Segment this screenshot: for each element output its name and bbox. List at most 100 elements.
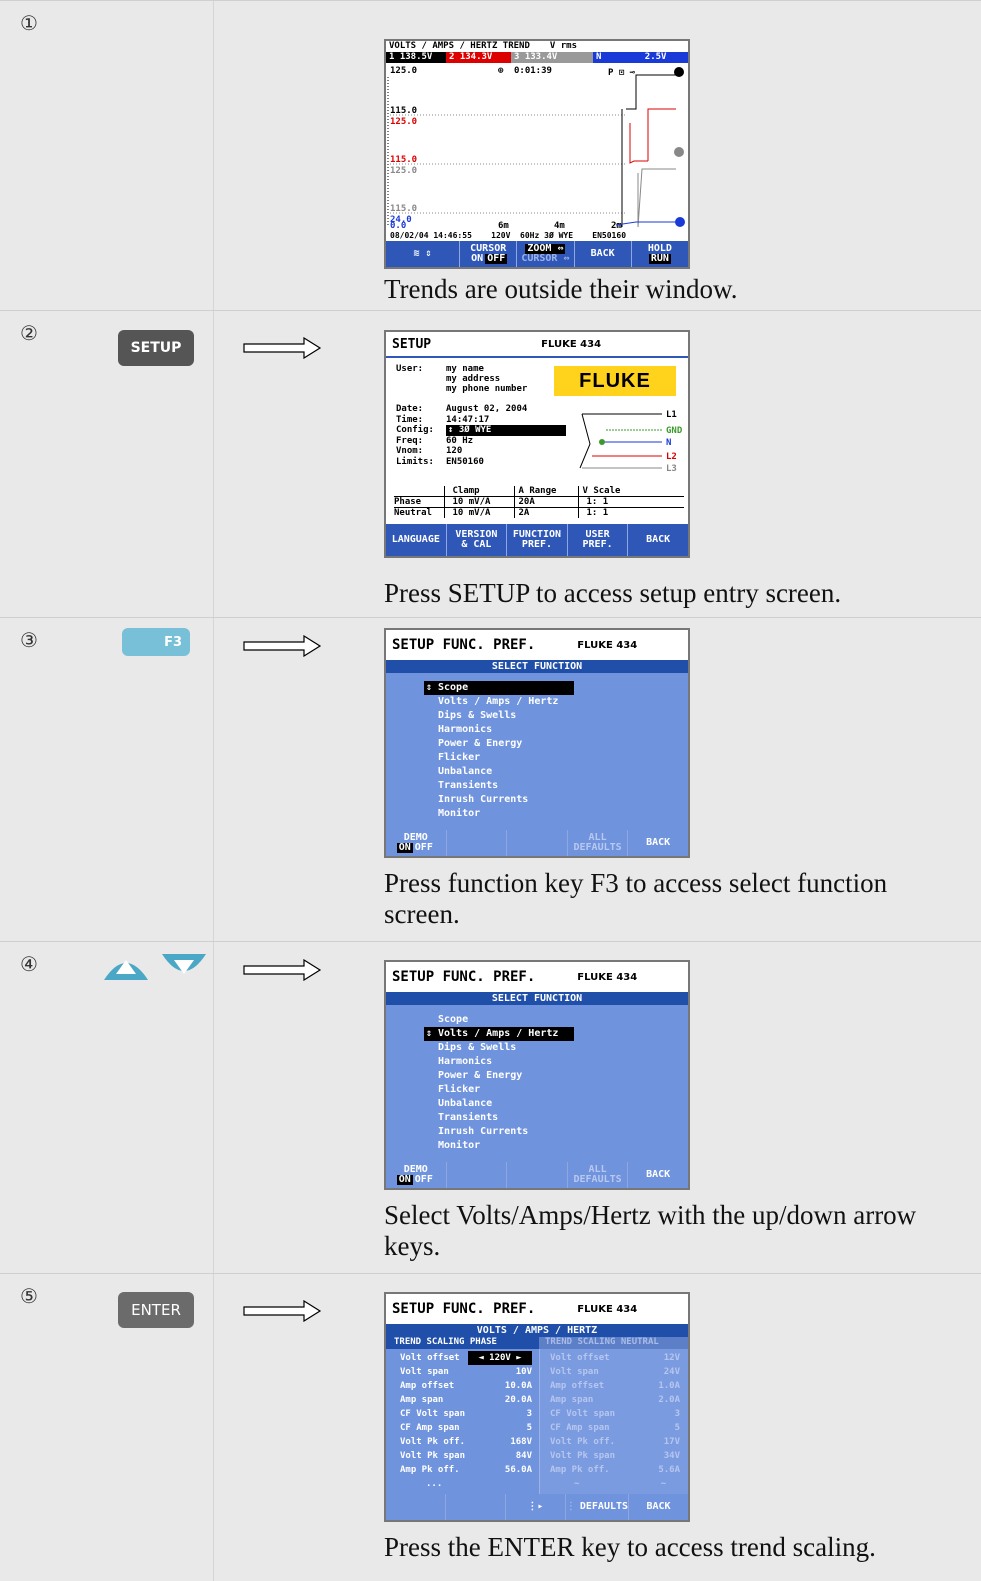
select-function-screenshot-2: SETUP FUNC. PREF. FLUKE 434 SELECT FUNCT… [384, 960, 690, 1190]
list-item[interactable]: Harmonics [424, 723, 574, 737]
list-item[interactable]: Transients [424, 779, 574, 793]
f5-hold-key[interactable]: HOLD RUN [632, 241, 688, 267]
step-number: ③ [20, 628, 38, 652]
axis-label: 115.0 [390, 106, 417, 116]
setup-key[interactable]: SETUP [118, 330, 194, 366]
list-item[interactable]: Monitor [424, 1139, 574, 1153]
channel-2-readout: 2 134.3V [446, 52, 511, 63]
f2-cursor-key[interactable]: CURSOR ON OFF [460, 241, 518, 267]
wye-diagram: L1 GND N L2 L3 [579, 410, 683, 474]
channel-1-readout: 1 138.5V [386, 52, 446, 63]
f4-user-pref-key[interactable]: USER PREF. [568, 524, 629, 556]
step-caption: Press SETUP to access setup entry screen… [384, 578, 842, 608]
enter-key[interactable]: ENTER [118, 1292, 194, 1328]
axis-label: 125.0 [390, 117, 417, 127]
brand-label: FLUKE 434 [577, 639, 638, 651]
screen-title: SETUP FUNC. PREF. [392, 637, 536, 653]
list-item[interactable]: Unbalance [424, 1097, 574, 1111]
list-item[interactable]: Monitor [424, 807, 574, 821]
list-item[interactable]: Harmonics [424, 1055, 574, 1069]
phase-header: TREND SCALING PHASE [386, 1337, 539, 1349]
list-item[interactable]: Unbalance [424, 765, 574, 779]
f5-back-key[interactable]: BACK [628, 830, 688, 856]
function-list: ⇕ Scope Volts / Amps / Hertz Dips & Swell… [424, 681, 574, 821]
list-icon: ⋮ [565, 1501, 576, 1512]
screen-title-bar: SETUP FUNC. PREF. FLUKE 434 [386, 1294, 688, 1324]
list-item[interactable]: Inrush Currents [424, 1125, 574, 1139]
list-item[interactable]: Dips & Swells [424, 1041, 574, 1055]
trend-unit: V rms [549, 41, 577, 51]
f4-back-key[interactable]: BACK [575, 241, 632, 267]
step-caption: Trends are outside their window. [384, 274, 738, 304]
trend-function-bar: ≋ ⇕ CURSOR ON OFF ZOOM ⇔ CURSOR ⇔ BACK HOLD… [386, 241, 688, 267]
scaling-headers: TREND SCALING PHASE TREND SCALING NEUTRA… [386, 1337, 688, 1349]
brand-label: FLUKE 434 [541, 338, 602, 350]
list-item[interactable]: Transients [424, 1111, 574, 1125]
list-item[interactable]: Flicker [424, 751, 574, 765]
step-number: ⑤ [20, 1284, 38, 1308]
list-item[interactable]: Dips & Swells [424, 709, 574, 723]
f5-back-key[interactable]: BACK [628, 1162, 688, 1188]
step-number: ④ [20, 952, 38, 976]
list-item[interactable]: ⇕ Scope [424, 681, 574, 695]
f2-empty-key [447, 1162, 508, 1188]
f1-demo-key[interactable]: DEMO ON OFF [386, 1162, 447, 1188]
axis-label: 0.0 [390, 221, 407, 231]
f1-demo-key[interactable]: DEMO ON OFF [386, 830, 447, 856]
channel-n-readout: N 2.5V [593, 52, 688, 63]
key-column [0, 1, 214, 310]
svg-text:⊕: ⊕ [498, 66, 504, 76]
axis-label: 125.0 [390, 66, 417, 76]
svg-text:L1: L1 [666, 410, 677, 420]
f1-waveform-key[interactable]: ≋ ⇕ [386, 241, 461, 267]
svg-text:GND: GND [666, 426, 683, 436]
f3-zoom-key[interactable]: ZOOM ⇔ CURSOR ⇔ [517, 241, 575, 267]
f5-back-key[interactable]: BACK [628, 524, 688, 556]
f3-function-pref-key[interactable]: FUNCTION PREF. [507, 524, 568, 556]
f1-language-key[interactable]: LANGUAGE [386, 524, 447, 556]
f3-key[interactable]: F3 [122, 628, 190, 656]
select-function-band: SELECT FUNCTION [386, 992, 688, 1005]
fluke-logo: FLUKE [554, 366, 676, 396]
clamp-table: Clamp A Range V Scale Phase 10 mV/A 20A … [394, 486, 684, 518]
f3-page-icon[interactable]: ⋮▸ [506, 1494, 566, 1520]
list-item[interactable]: Inrush Currents [424, 793, 574, 807]
brand-label: FLUKE 434 [577, 971, 638, 983]
f2-version-key[interactable]: VERSION & CAL [447, 524, 508, 556]
x-tick: 6m [498, 221, 509, 231]
list-item[interactable]: Power & Energy [424, 737, 574, 751]
channel-readout-bar: 1 138.5V 2 134.3V 3 133.4V N 2.5V [386, 52, 688, 63]
f3-empty-key [507, 830, 568, 856]
down-arrow-key-icon[interactable] [156, 952, 212, 982]
up-arrow-key-icon[interactable] [98, 952, 154, 982]
neutral-column: Volt offset 12V Volt span 24V Amp offset 1.… [539, 1349, 688, 1494]
axis-label: 115.0 [390, 155, 417, 165]
f4-defaults-key[interactable]: ⋮ DEFAULTS [565, 1494, 630, 1520]
phase-column: Volt offset ◄ 120V ► Volt span 10V Amp off… [386, 1349, 539, 1494]
f4-all-defaults-key[interactable]: ALL DEFAULTS [568, 830, 629, 856]
list-item[interactable]: Scope [424, 1013, 574, 1027]
step-number: ① [20, 11, 38, 35]
setup-function-bar: LANGUAGE VERSION & CAL FUNCTION PREF. US… [386, 524, 688, 556]
list-item[interactable]: Flicker [424, 1083, 574, 1097]
list-item[interactable]: Volts / Amps / Hertz [424, 695, 574, 709]
f4-all-defaults-key[interactable]: ALL DEFAULTS [568, 1162, 629, 1188]
list-item[interactable]: Power & Energy [424, 1069, 574, 1083]
f5-back-key[interactable]: BACK [629, 1494, 688, 1520]
right-arrow-icon [243, 1300, 322, 1322]
function-bar: DEMO ON OFF ALL DEFAULTS BACK [386, 1162, 688, 1188]
step-caption: Select Volts/Amps/Hertz with the up/down… [384, 1200, 917, 1261]
user-info: my name my address my phone number [446, 364, 528, 394]
status-line: 08/02/04 14:46:55 120V 60Hz 3Ø WYE EN501… [390, 231, 627, 240]
config-field[interactable]: ↕ 3Ø WYE [446, 425, 566, 436]
volt-offset-field[interactable]: ◄ 120V ► [468, 1351, 532, 1365]
step-caption: Press the ENTER key to access trend scal… [384, 1532, 876, 1562]
neutral-header: TREND SCALING NEUTRAL [539, 1337, 688, 1349]
function-bar: ⋮▸ ⋮ DEFAULTS BACK [386, 1494, 688, 1520]
list-item[interactable]: ⇕ Volts / Amps / Hertz [424, 1027, 574, 1041]
step-number: ② [20, 321, 38, 345]
trend-title-bar: VOLTS / AMPS / HERTZ TREND V rms [386, 41, 688, 52]
setup-screenshot: SETUP FLUKE 434 User: my name my address m… [384, 330, 690, 558]
svg-text:L3: L3 [666, 464, 677, 474]
right-arrow-icon [243, 959, 322, 981]
